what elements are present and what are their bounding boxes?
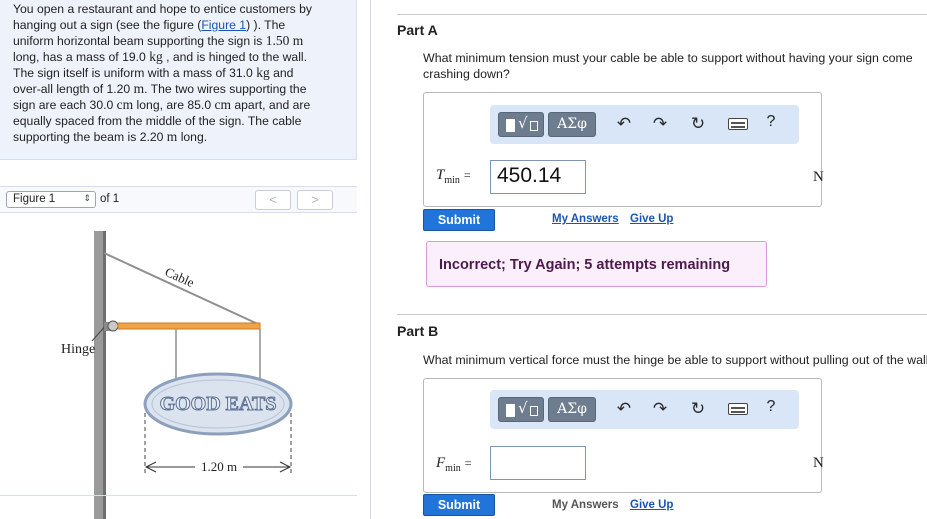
figure-navigation-bar: Figure 1 ⇕ of 1 < > <box>0 186 357 213</box>
figure-select[interactable]: Figure 1 ⇕ <box>6 191 96 208</box>
reset-icon[interactable]: ↻ <box>688 399 708 419</box>
answer-panel: Part A What minimum tension must your ca… <box>371 0 927 519</box>
redo-icon[interactable]: ↷ <box>650 114 670 134</box>
keyboard-icon[interactable] <box>728 118 748 130</box>
part-b-my-answers-link[interactable]: My Answers <box>552 499 619 511</box>
problem-line: long, has a mass of 19.0 kg , and is hin… <box>13 49 308 64</box>
undo-icon[interactable]: ↶ <box>614 114 634 134</box>
templates-icon[interactable]: √ <box>498 112 544 137</box>
page: You open a restaurant and hope to entice… <box>0 0 927 519</box>
sign-text: GOOD EATS <box>160 393 277 415</box>
problem-line: uniform horizontal beam supporting the s… <box>13 33 304 48</box>
part-b-submit-button[interactable]: Submit <box>423 494 495 516</box>
part-a-submit-button[interactable]: Submit <box>423 209 495 231</box>
redo-icon[interactable]: ↷ <box>650 399 670 419</box>
problem-line: hanging out a sign (see the figure (Figu… <box>13 18 286 32</box>
problem-line: supporting the beam is 2.20 m long. <box>13 129 208 144</box>
greek-letters-icon[interactable]: ΑΣφ <box>548 112 596 137</box>
help-icon[interactable]: ? <box>764 398 778 416</box>
figure-count: of 1 <box>100 193 120 205</box>
problem-line: The sign itself is uniform with a mass o… <box>13 65 294 80</box>
part-a-answer-input[interactable]: 450.14 <box>490 160 586 194</box>
cable-label: Cable <box>163 264 197 290</box>
cable <box>103 252 261 326</box>
part-b-unit: N <box>813 455 824 471</box>
part-a-answer-box: √ ΑΣφ ↶ ↷ ↻ ? Tmin = 450.14 N <box>423 92 824 207</box>
part-a-feedback: Incorrect; Try Again; 5 attempts remaini… <box>426 241 767 287</box>
part-b-answer-box: √ ΑΣφ ↶ ↷ ↻ ? Fmin = N <box>423 378 824 493</box>
part-b-variable-label: Fmin = <box>436 455 472 474</box>
problem-line: sign are each 30.0 cm long, are 85.0 cm … <box>13 97 311 112</box>
sign-diagram: Cable Hinge GOOD EATS 1.20 m <box>61 231 293 519</box>
part-a-unit: N <box>813 169 824 185</box>
part-a-give-up-link[interactable]: Give Up <box>630 213 673 225</box>
previous-figure-button[interactable]: < <box>255 190 291 210</box>
dimension-label: 1.20 m <box>201 459 237 474</box>
figure-link[interactable]: Figure 1 <box>201 18 246 32</box>
beam <box>117 322 261 330</box>
problem-panel: You open a restaurant and hope to entice… <box>0 0 357 519</box>
updown-arrows-icon: ⇕ <box>83 193 91 203</box>
problem-line: You open a restaurant and hope to entice… <box>13 2 313 16</box>
wall <box>94 231 104 519</box>
part-a-math-toolbar: √ ΑΣφ ↶ ↷ ↻ ? <box>490 105 799 144</box>
undo-icon[interactable]: ↶ <box>614 399 634 419</box>
part-a-variable-label: Tmin = <box>436 167 471 186</box>
reset-icon[interactable]: ↻ <box>688 114 708 134</box>
part-b-answer-input[interactable] <box>490 446 586 480</box>
templates-icon[interactable]: √ <box>498 397 544 422</box>
hinge-pin <box>107 320 119 332</box>
figure-1: Cable Hinge GOOD EATS 1.20 m <box>0 213 357 519</box>
part-a-my-answers-link[interactable]: My Answers <box>552 213 619 225</box>
part-a-title: Part A <box>397 22 438 38</box>
problem-line: equally spaced from the middle of the si… <box>13 114 302 128</box>
next-figure-button[interactable]: > <box>297 190 333 210</box>
greek-letters-icon[interactable]: ΑΣφ <box>548 397 596 422</box>
help-icon[interactable]: ? <box>764 113 778 131</box>
problem-line: over-all length of 1.20 m. The two wires… <box>13 81 307 96</box>
part-b-question: What minimum vertical force must the hin… <box>423 353 927 367</box>
part-b-title: Part B <box>397 323 439 339</box>
part-a-question: What minimum tension must your cable be … <box>423 51 913 81</box>
problem-statement: You open a restaurant and hope to entice… <box>0 0 357 160</box>
part-b-give-up-link[interactable]: Give Up <box>630 499 673 511</box>
keyboard-icon[interactable] <box>728 403 748 415</box>
hinge-label: Hinge <box>61 342 95 357</box>
part-b-math-toolbar: √ ΑΣφ ↶ ↷ ↻ ? <box>490 390 799 429</box>
